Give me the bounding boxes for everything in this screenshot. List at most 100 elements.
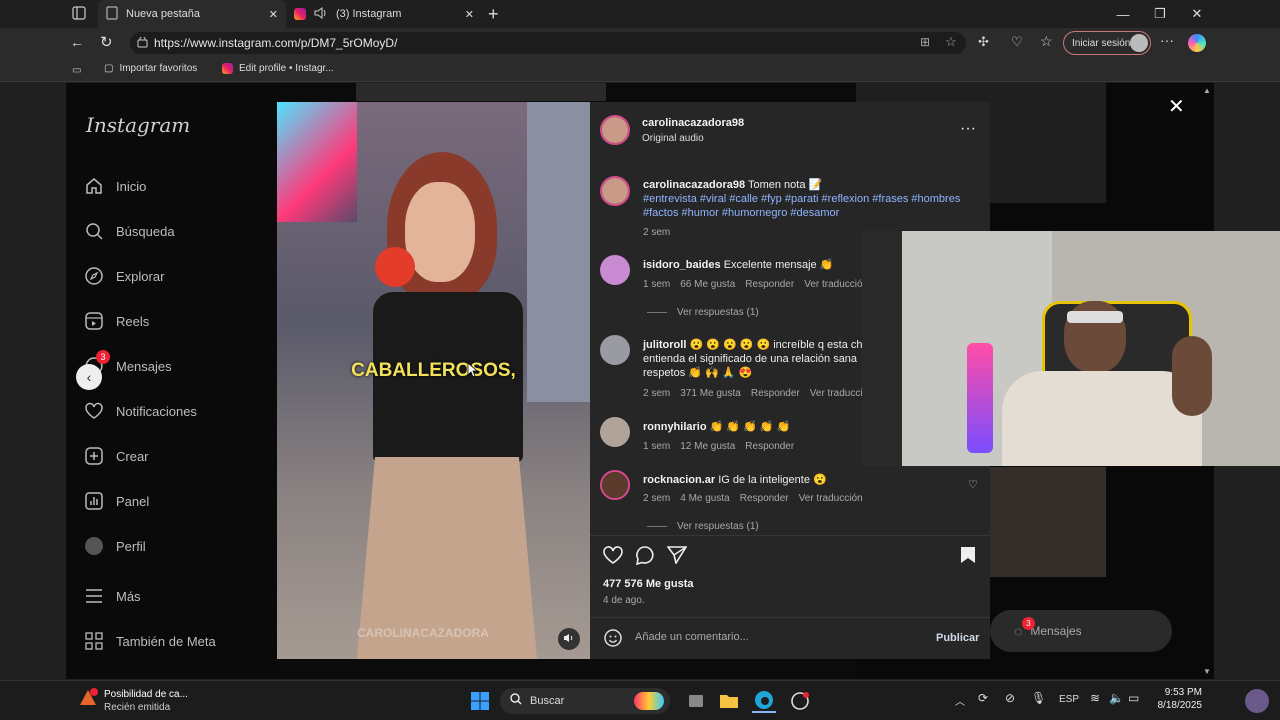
back-icon[interactable]: ←	[70, 34, 84, 50]
sidebar-item-explorar[interactable]: Explorar	[84, 266, 164, 286]
like-icon[interactable]	[603, 546, 623, 569]
tab-new[interactable]: Nueva pestaña ✕	[98, 0, 286, 28]
mute-button[interactable]	[558, 628, 580, 650]
share-icon[interactable]	[666, 546, 688, 569]
comment-icon[interactable]	[635, 546, 655, 570]
close-icon[interactable]: ✕	[465, 8, 474, 21]
clock-time[interactable]: 9:53 PM	[1146, 687, 1202, 698]
language-indicator[interactable]: ESP	[1059, 694, 1079, 705]
comment-avatar[interactable]	[600, 335, 630, 365]
comment-username[interactable]: rocknacion.ar	[643, 474, 715, 486]
sync-icon[interactable]: ⟳	[978, 691, 988, 705]
scroll-down-icon[interactable]: ▼	[1202, 667, 1212, 676]
author-avatar[interactable]	[600, 115, 630, 145]
author-avatar[interactable]	[600, 176, 630, 206]
sidebar-item-perfil[interactable]: Perfil	[84, 536, 146, 556]
sidebar-item-notificaciones[interactable]: Notificaciones	[84, 401, 197, 421]
translate-button[interactable]: Ver traducción	[799, 493, 863, 504]
emoji-icon[interactable]	[604, 629, 622, 652]
sidebar-item-mas[interactable]: Más	[84, 586, 141, 606]
bookmark-import[interactable]: ▢ Importar favoritos	[104, 63, 197, 74]
speaker-icon[interactable]	[314, 6, 328, 22]
floating-messages-button[interactable]: ◌ 3 Mensajes	[990, 610, 1172, 652]
likes-count[interactable]: 477 576 Me gusta	[603, 578, 694, 590]
comment-likes[interactable]: 371 Me gusta	[680, 388, 741, 399]
volume-icon[interactable]: 🔈	[1109, 691, 1124, 705]
collections-icon[interactable]: ▭	[72, 65, 81, 76]
refresh-icon[interactable]: ↻	[100, 33, 113, 51]
site-info-icon[interactable]	[137, 36, 148, 51]
scroll-up-icon[interactable]: ▲	[1202, 86, 1212, 95]
sidebar-item-reels[interactable]: Reels	[84, 311, 149, 331]
warning-icon[interactable]	[78, 688, 100, 710]
file-explorer-icon[interactable]	[717, 689, 741, 713]
more-options-icon[interactable]: ···	[960, 120, 976, 138]
author-username[interactable]: carolinacazadora98	[642, 117, 744, 129]
comment-avatar[interactable]	[600, 255, 630, 285]
sidebar-item-busqueda[interactable]: Búsqueda	[84, 221, 175, 241]
sidebar-item-inicio[interactable]: Inicio	[84, 176, 146, 196]
sidebar-item-crear[interactable]: Crear	[84, 446, 149, 466]
app-available-icon[interactable]: ⊞	[920, 35, 930, 49]
caption-hashtags[interactable]: #entrevista #viral #calle #fyp #parati #…	[643, 193, 960, 219]
reply-button[interactable]: Responder	[745, 441, 794, 452]
close-modal-icon[interactable]: ✕	[1168, 94, 1185, 119]
task-view-icon[interactable]	[684, 689, 708, 713]
tab-actions-icon[interactable]	[72, 6, 88, 22]
bookmark-edit-profile[interactable]: Edit profile • Instagr...	[222, 63, 334, 74]
network-off-icon[interactable]: ⊘	[1005, 691, 1015, 705]
comment-likes[interactable]: 4 Me gusta	[680, 493, 729, 504]
view-replies-button[interactable]: Ver respuestas (1)	[677, 521, 759, 532]
taskbar-search[interactable]: Buscar	[500, 688, 670, 714]
app-icon[interactable]	[788, 689, 812, 713]
microphone-icon[interactable]: 🎙	[1031, 691, 1046, 705]
edge-icon[interactable]	[752, 689, 776, 713]
reply-button[interactable]: Responder	[745, 279, 794, 290]
notification-title[interactable]: Posibilidad de ca...	[104, 689, 188, 700]
comment-likes[interactable]: 66 Me gusta	[680, 279, 735, 290]
reply-button[interactable]: Responder	[740, 493, 789, 504]
favorite-star-icon[interactable]: ☆	[945, 34, 957, 50]
copilot-icon[interactable]	[1188, 34, 1206, 52]
chevron-up-icon[interactable]: ︿	[955, 693, 965, 708]
sidebar-item-tambien-de-meta[interactable]: También de Meta	[84, 631, 216, 651]
minimize-icon[interactable]: —	[1104, 0, 1142, 28]
comment-avatar[interactable]	[600, 470, 630, 500]
browser-essentials-icon[interactable]: ♡	[1011, 34, 1023, 50]
comment-like-icon[interactable]: ♡	[968, 478, 978, 491]
comment-username[interactable]: isidoro_baides	[643, 259, 721, 271]
comment-username[interactable]: ronnyhilario	[643, 421, 707, 433]
comment-likes[interactable]: 12 Me gusta	[680, 441, 735, 452]
publish-button[interactable]: Publicar	[936, 632, 979, 644]
post-video[interactable]: CABALLEROSOS, CAROLINACAZADORA	[277, 102, 590, 659]
caption-time: 2 sem	[643, 227, 671, 238]
comment-username[interactable]: julitoroll	[643, 339, 686, 351]
extensions-icon[interactable]: ✣	[978, 34, 989, 50]
signin-button[interactable]: Iniciar sesión	[1063, 31, 1151, 55]
new-tab-icon[interactable]: +	[488, 4, 499, 25]
favorites-icon[interactable]: ☆	[1040, 33, 1053, 50]
instagram-logo[interactable]: Instagram	[86, 113, 190, 137]
close-icon[interactable]: ✕	[269, 8, 278, 21]
previous-post-button[interactable]: ‹	[76, 364, 102, 390]
translate-button[interactable]: Ver traducción	[804, 279, 868, 290]
caption-username[interactable]: carolinacazadora98	[643, 179, 745, 191]
windows-start-icon[interactable]	[468, 689, 492, 713]
view-replies-button[interactable]: Ver respuestas (1)	[677, 307, 759, 318]
comment-input[interactable]: Añade un comentario...	[635, 631, 925, 643]
comment-avatar[interactable]	[600, 417, 630, 447]
url-bar[interactable]: https://www.instagram.com/p/DM7_5rOMoyD/…	[130, 32, 966, 54]
close-window-icon[interactable]: ✕	[1178, 0, 1216, 28]
more-menu-icon[interactable]: ···	[1160, 32, 1174, 48]
clock-date[interactable]: 8/18/2025	[1146, 700, 1203, 711]
battery-icon[interactable]: ▭	[1128, 691, 1139, 705]
sidebar-item-panel[interactable]: Panel	[84, 491, 149, 511]
page-scrollbar[interactable]: ▲ ▼	[1202, 86, 1212, 676]
wifi-icon[interactable]: ≋	[1090, 691, 1100, 705]
save-icon[interactable]	[960, 546, 976, 569]
reply-button[interactable]: Responder	[751, 388, 800, 399]
restore-icon[interactable]: ❐	[1141, 0, 1179, 28]
audio-label[interactable]: Original audio	[642, 133, 704, 144]
widgets-icon[interactable]	[1245, 689, 1269, 713]
tab-instagram[interactable]: (3) Instagram ✕	[286, 0, 482, 28]
